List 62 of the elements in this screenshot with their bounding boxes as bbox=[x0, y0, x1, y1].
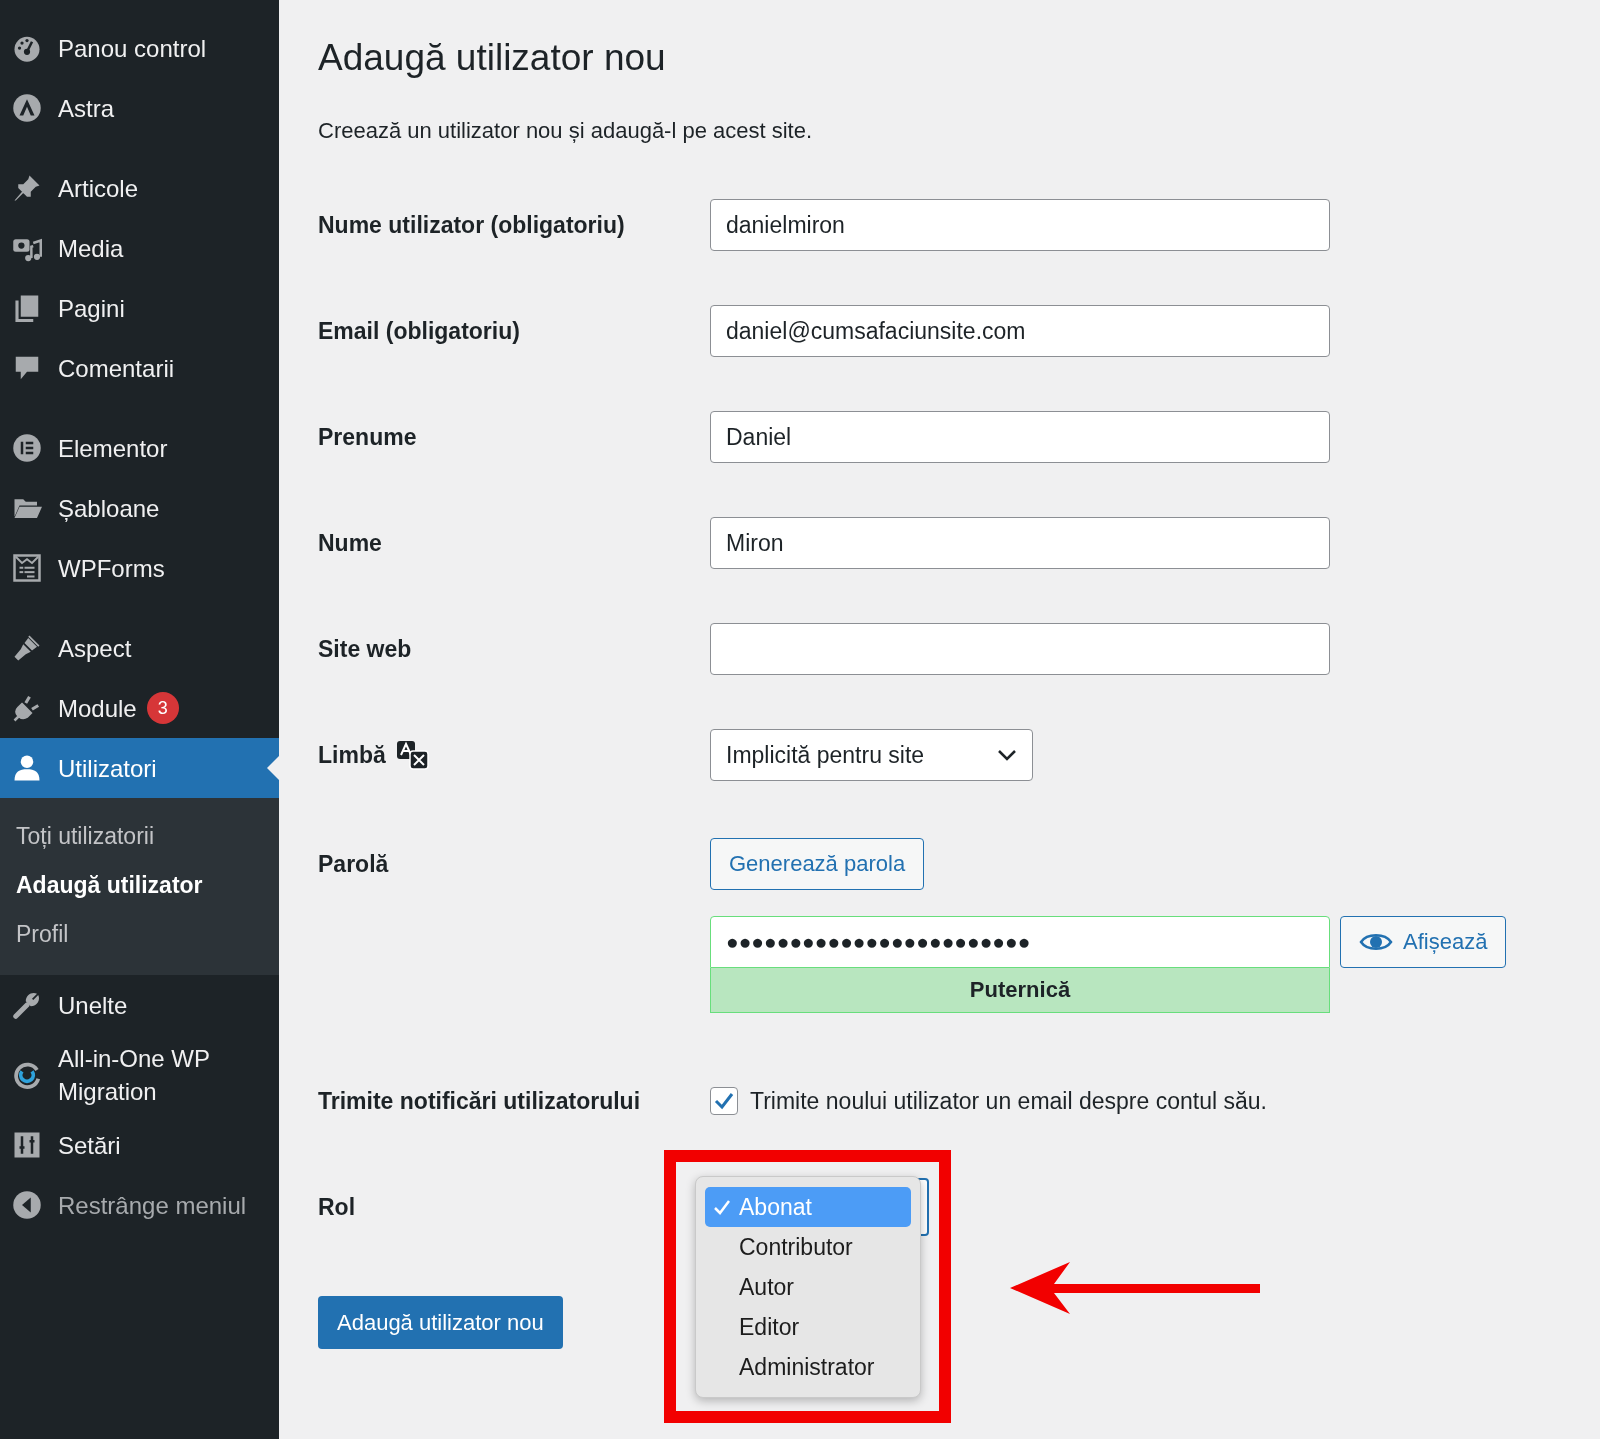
generate-password-button[interactable]: Generează parola bbox=[710, 838, 925, 890]
sidebar-item[interactable]: Aspect bbox=[0, 618, 279, 678]
sidebar-item[interactable]: Restrânge meniul bbox=[0, 1175, 279, 1235]
wrench-icon bbox=[12, 990, 42, 1020]
sidebar-item[interactable]: Articole bbox=[0, 158, 279, 218]
sidebar-item[interactable]: Comentarii bbox=[0, 338, 279, 398]
language-select[interactable]: Implicită pentru site bbox=[710, 729, 1033, 781]
a-logo-icon bbox=[12, 93, 42, 123]
field-label: Nume bbox=[318, 529, 383, 557]
person-icon bbox=[12, 753, 42, 783]
pin-icon bbox=[12, 173, 42, 203]
e-logo-icon bbox=[12, 433, 42, 463]
password-field[interactable]: ●●●●●●●●●●●●●●●●●●●●●●●● bbox=[710, 916, 1330, 968]
field-label: Parolă bbox=[318, 849, 390, 879]
strength-indicator: Puternică bbox=[710, 968, 1330, 1013]
field-label: Site web bbox=[318, 635, 413, 663]
submenu-item[interactable]: Profil bbox=[0, 910, 279, 959]
checkbox-label: Trimite noului utilizator un email despre contul său. bbox=[750, 1087, 1267, 1115]
field-label: Prenume bbox=[318, 423, 418, 451]
text-field[interactable]: Miron bbox=[710, 517, 1330, 569]
page-title: Adaugă utilizator nou bbox=[318, 36, 667, 80]
sidebar-item[interactable]: Astra bbox=[0, 78, 279, 138]
sidebar-item[interactable]: Setări bbox=[0, 1115, 279, 1175]
count-badge: 3 bbox=[146, 692, 179, 724]
field-label: Nume utilizator (obligatoriu) bbox=[318, 211, 626, 239]
plug-icon bbox=[12, 693, 42, 723]
sidebar-item[interactable]: Utilizatori bbox=[0, 738, 279, 798]
page-description: Creează un utilizator nou și adaugă-l pe acest site. bbox=[318, 118, 814, 144]
field-label: Rol bbox=[318, 1193, 357, 1221]
field-label: Email (obligatoriu) bbox=[318, 317, 521, 345]
form-icon bbox=[12, 553, 42, 583]
paintbrush-icon bbox=[12, 633, 42, 663]
field-label: Limbă bbox=[318, 741, 386, 769]
sidebar-item[interactable]: Șabloane bbox=[0, 478, 279, 538]
eye-icon bbox=[1359, 931, 1393, 953]
sidebar-item[interactable]: Pagini bbox=[0, 278, 279, 338]
add-user-button[interactable]: Adaugă utilizator nou bbox=[318, 1296, 563, 1349]
sidebar-item[interactable]: Module 3 bbox=[0, 678, 279, 738]
text-field[interactable] bbox=[710, 623, 1330, 675]
chevron-down-icon bbox=[997, 749, 1017, 761]
submenu-item[interactable]: Adaugă utilizator bbox=[0, 861, 279, 910]
field-label: Trimite notificări utilizatorului bbox=[318, 1087, 642, 1115]
text-field[interactable]: danielmiron bbox=[710, 199, 1330, 251]
text-field[interactable]: daniel@cumsafaciunsite.com bbox=[710, 305, 1330, 357]
dropdown-option[interactable]: Administrator bbox=[705, 1347, 911, 1387]
sidebar-item[interactable]: WPForms bbox=[0, 538, 279, 598]
sidebar-item[interactable]: All-in-One WP Migration bbox=[0, 1035, 279, 1115]
sidebar-item[interactable]: Panou control bbox=[0, 18, 279, 78]
check-icon bbox=[713, 1199, 731, 1215]
translate-icon bbox=[395, 740, 430, 770]
sliders-icon bbox=[12, 1130, 42, 1160]
submenu-item[interactable]: Toți utilizatorii bbox=[0, 812, 279, 861]
show-password-button[interactable]: Afișează bbox=[1340, 916, 1507, 968]
sidebar-item[interactable]: Media bbox=[0, 218, 279, 278]
sidebar-item[interactable]: Elementor bbox=[0, 418, 279, 478]
dropdown-option[interactable]: Contributor bbox=[705, 1227, 911, 1267]
text-field[interactable]: Daniel bbox=[710, 411, 1330, 463]
dropdown-option[interactable]: Autor bbox=[705, 1267, 911, 1307]
sidebar-item[interactable]: Unelte bbox=[0, 975, 279, 1035]
circular-arrow-icon bbox=[12, 1060, 42, 1090]
checkbox[interactable] bbox=[710, 1087, 738, 1115]
dropdown-option[interactable]: Editor bbox=[705, 1307, 911, 1347]
